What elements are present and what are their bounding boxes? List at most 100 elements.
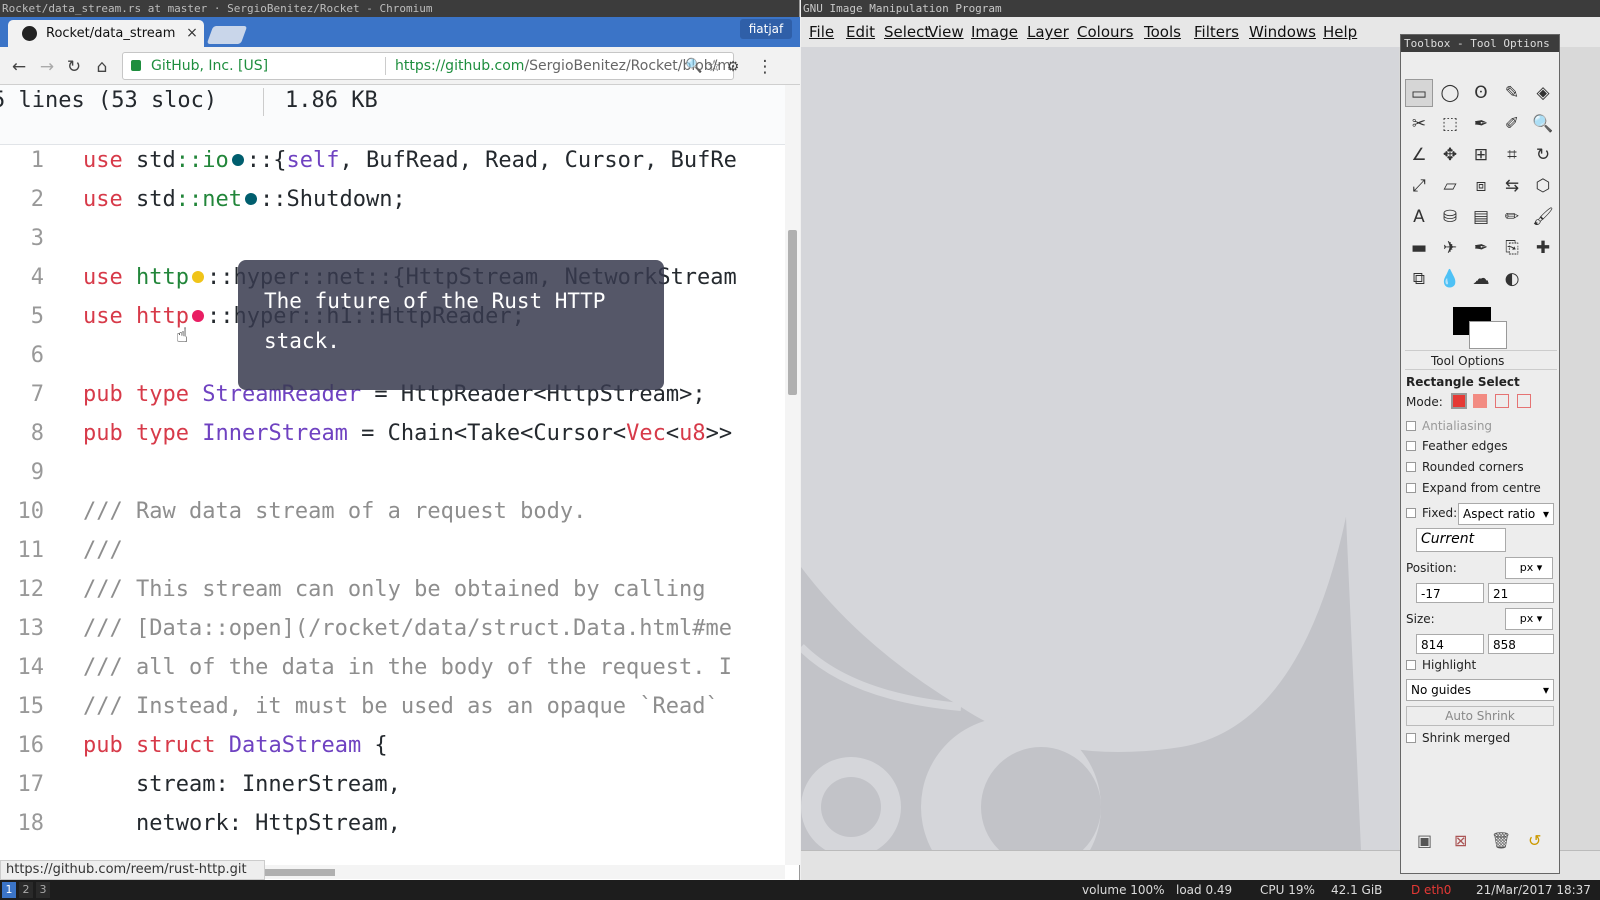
flip-icon[interactable]: ⇆: [1498, 172, 1526, 200]
line-number[interactable]: 10: [0, 492, 45, 531]
address-bar[interactable]: GitHub, Inc. [US] https://github.com/Ser…: [122, 52, 734, 80]
menu-layer[interactable]: Layer: [1027, 17, 1069, 47]
line-number[interactable]: 13: [0, 609, 45, 648]
size-width-input[interactable]: 814: [1416, 634, 1484, 654]
airbrush-icon[interactable]: ✈: [1436, 234, 1464, 262]
line-number[interactable]: 9: [0, 453, 44, 492]
line-number[interactable]: 14: [0, 648, 45, 687]
measure-icon[interactable]: ∠: [1405, 141, 1433, 169]
hscroll-thumb[interactable]: [265, 869, 335, 876]
menu-filters[interactable]: Filters: [1194, 17, 1239, 47]
ink-icon[interactable]: ✒: [1467, 234, 1495, 262]
color-picker-icon[interactable]: ✐: [1498, 110, 1526, 138]
menu-view[interactable]: View: [928, 17, 964, 47]
expand-from-centre-checkbox[interactable]: Expand from centre: [1406, 481, 1541, 495]
bookmark-star-icon[interactable]: ☆: [707, 53, 721, 79]
line-number[interactable]: 3: [0, 219, 44, 258]
lasso-icon[interactable]: ʘ: [1467, 79, 1495, 107]
feather-edges-checkbox[interactable]: Feather edges: [1406, 439, 1508, 453]
select-by-color-icon[interactable]: ◈: [1529, 79, 1557, 107]
menu-windows[interactable]: Windows: [1249, 17, 1316, 47]
new-tab-button[interactable]: [206, 26, 248, 44]
position-y-input[interactable]: 21: [1488, 583, 1554, 603]
line-number[interactable]: 8: [0, 414, 44, 453]
scissors-icon[interactable]: ✂: [1405, 110, 1433, 138]
position-unit-dropdown[interactable]: px ▾: [1505, 557, 1553, 579]
bucket-fill-icon[interactable]: ⛁: [1436, 203, 1464, 231]
back-icon[interactable]: ←: [8, 56, 30, 78]
code-token[interactable]: ::io: [176, 148, 229, 173]
blend-icon[interactable]: ▤: [1467, 203, 1495, 231]
fixed-dropdown[interactable]: Aspect ratio ▾: [1458, 503, 1554, 525]
clone-icon[interactable]: ⎘: [1498, 234, 1526, 262]
extension-icon[interactable]: ⚙: [722, 56, 744, 78]
line-number[interactable]: 7: [0, 375, 44, 414]
size-unit-dropdown[interactable]: px ▾: [1505, 608, 1553, 630]
line-number[interactable]: 4: [0, 258, 44, 297]
line-number[interactable]: 15: [0, 687, 45, 726]
menu-icon[interactable]: ⋮: [754, 56, 776, 78]
fuzzy-select-icon[interactable]: ✎: [1498, 79, 1526, 107]
line-number[interactable]: 11: [0, 531, 45, 570]
line-number[interactable]: 1: [0, 141, 44, 180]
rotate-icon[interactable]: ↻: [1529, 141, 1557, 169]
line-number[interactable]: 17: [0, 765, 45, 804]
line-number[interactable]: 6: [0, 336, 44, 375]
workspace-1[interactable]: 1: [2, 882, 16, 898]
guides-dropdown[interactable]: No guides ▾: [1406, 679, 1554, 701]
align-icon[interactable]: ⊞: [1467, 141, 1495, 169]
paintbrush-icon[interactable]: 🖌: [1529, 203, 1557, 231]
scroll-thumb[interactable]: [788, 230, 797, 395]
position-x-input[interactable]: -17: [1416, 583, 1484, 603]
perspective-clone-icon[interactable]: ⧉: [1405, 265, 1433, 293]
perspective-icon[interactable]: ⧈: [1467, 172, 1495, 200]
smudge-icon[interactable]: ☁: [1467, 265, 1495, 293]
paths-icon[interactable]: ✒: [1467, 110, 1495, 138]
line-number[interactable]: 12: [0, 570, 45, 609]
line-number[interactable]: 2: [0, 180, 44, 219]
workspace-3[interactable]: 3: [36, 882, 50, 898]
move-icon[interactable]: ✥: [1436, 141, 1464, 169]
mode-subtract-button[interactable]: [1495, 394, 1509, 408]
code-token[interactable]: http: [136, 265, 189, 290]
eraser-icon[interactable]: ▬: [1405, 234, 1433, 262]
ratio-entry[interactable]: Current: [1416, 528, 1506, 552]
shear-icon[interactable]: ▱: [1436, 172, 1464, 200]
line-number[interactable]: 5: [0, 297, 44, 336]
cage-icon[interactable]: ⬡: [1529, 172, 1557, 200]
forward-icon[interactable]: →: [36, 56, 58, 78]
text-icon[interactable]: A: [1405, 203, 1433, 231]
rounded-corners-checkbox[interactable]: Rounded corners: [1406, 460, 1524, 474]
delete-options-icon[interactable]: 🗑: [1491, 831, 1511, 850]
dodge-icon[interactable]: ◐: [1498, 265, 1526, 293]
menu-colours[interactable]: Colours: [1077, 17, 1133, 47]
line-number[interactable]: 18: [0, 804, 45, 843]
line-number[interactable]: 16: [0, 726, 45, 765]
horizontal-scrollbar[interactable]: [265, 865, 785, 879]
menu-help[interactable]: Help: [1323, 17, 1357, 47]
home-icon[interactable]: ⌂: [91, 56, 113, 78]
mode-add-button[interactable]: [1473, 394, 1487, 408]
restore-options-icon[interactable]: ⊠: [1454, 831, 1467, 850]
zoom-icon[interactable]: 🔍: [1529, 110, 1557, 138]
shrink-merged-checkbox[interactable]: Shrink merged: [1406, 731, 1510, 745]
gimp-canvas[interactable]: [801, 47, 1399, 850]
menu-image[interactable]: Image: [971, 17, 1018, 47]
crop-icon[interactable]: ⌗: [1498, 141, 1526, 169]
fixed-checkbox[interactable]: Fixed:: [1406, 506, 1457, 520]
browser-tab[interactable]: Rocket/data_stream ×: [8, 20, 204, 47]
ellipse-select-icon[interactable]: ◯: [1436, 79, 1464, 107]
code-token[interactable]: ::net: [176, 187, 242, 212]
auto-shrink-button[interactable]: Auto Shrink: [1406, 706, 1554, 726]
save-options-icon[interactable]: ▣: [1417, 831, 1432, 850]
reload-icon[interactable]: ↻: [63, 56, 85, 78]
workspace-2[interactable]: 2: [19, 882, 33, 898]
vertical-scrollbar[interactable]: [785, 85, 800, 865]
menu-tools[interactable]: Tools: [1144, 17, 1181, 47]
heal-icon[interactable]: ✚: [1529, 234, 1557, 262]
mode-replace-button[interactable]: [1451, 393, 1467, 409]
antialiasing-checkbox[interactable]: Antialiasing: [1406, 419, 1492, 433]
foreground-select-icon[interactable]: ⬚: [1436, 110, 1464, 138]
menu-file[interactable]: File: [809, 17, 834, 47]
pencil-icon[interactable]: ✏: [1498, 203, 1526, 231]
